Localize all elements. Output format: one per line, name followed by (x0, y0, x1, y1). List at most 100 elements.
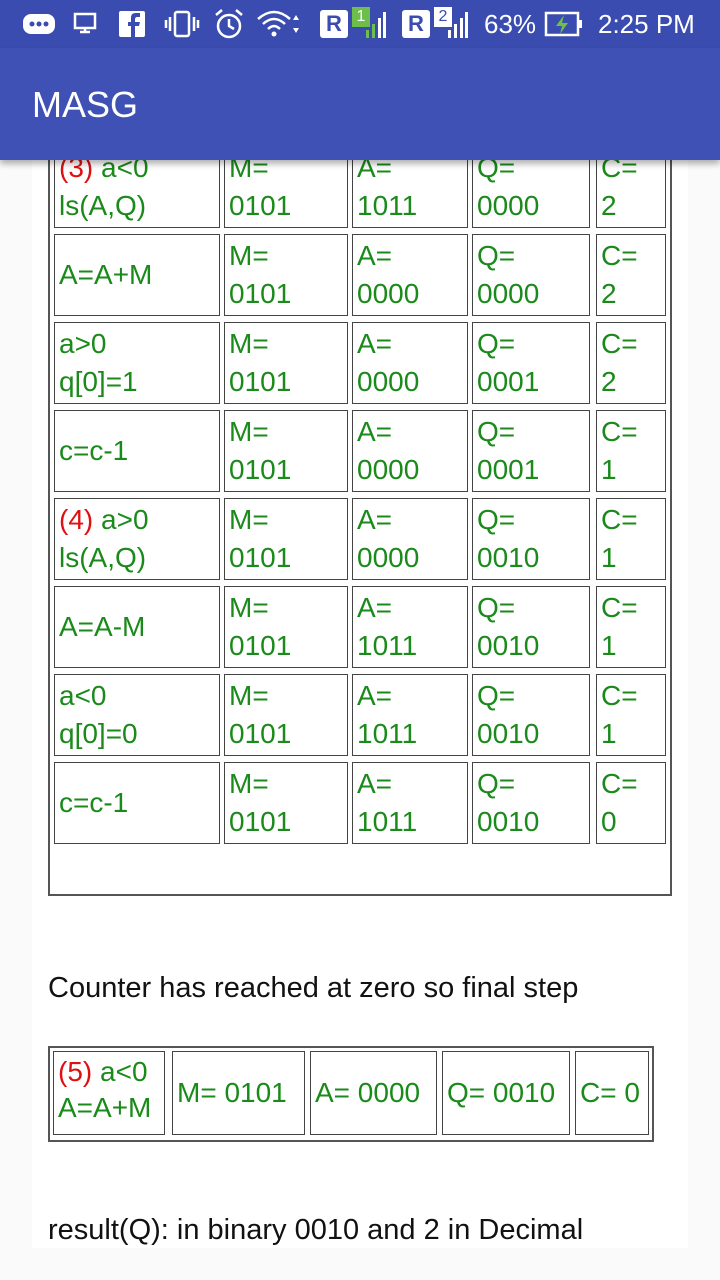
q-value: 0001 (477, 366, 540, 397)
c-label: C= (601, 592, 638, 623)
a-label: A= (357, 768, 393, 799)
table-cell-c: C= 1 (596, 498, 666, 580)
op-line1: c=c-1 (59, 787, 129, 818)
q-label: Q= (477, 160, 516, 183)
c-value: 2 (601, 278, 617, 309)
alarm-icon (212, 0, 246, 48)
m-label: M= (229, 768, 269, 799)
m-label: M= (229, 504, 269, 535)
final-step-c: C= 0 (580, 1077, 640, 1108)
a-value: 1011 (357, 630, 418, 661)
table-cell-m: M= 0101 (224, 762, 348, 844)
final-step-number: (5) (58, 1056, 93, 1087)
table-cell-q: Q= 0000 (472, 160, 590, 228)
result-text: result(Q): in binary 0010 and 2 in Decim… (48, 1214, 584, 1246)
signal-icon: R 1 (320, 0, 386, 48)
counter-text: Counter has reached at zero so final ste… (48, 972, 579, 1004)
final-step-a-cell: A= 0000 (310, 1051, 437, 1135)
q-value: 0010 (477, 542, 540, 573)
q-label: Q= (477, 504, 516, 535)
table-cell-m: M= 0101 (224, 322, 348, 404)
final-step-q-cell: Q= 0010 (442, 1051, 570, 1135)
table-cell-a: A= 1011 (352, 674, 468, 756)
table-cell-a: A= 0000 (352, 498, 468, 580)
m-value: 0101 (229, 278, 292, 309)
final-step-m: M= 0101 (177, 1077, 287, 1108)
a-value: 0000 (357, 542, 420, 573)
app-bar: MASG (0, 48, 720, 160)
m-label: M= (229, 680, 269, 711)
a-label: A= (357, 160, 393, 183)
battery-percent: 63% (484, 8, 537, 39)
status-bar: R 1 R 2 63% 2:25 PM (0, 0, 720, 48)
q-label: Q= (477, 416, 516, 447)
c-value: 1 (601, 542, 617, 573)
final-step-table: (5) a<0 A=A+M M= 0101 A= 0000 Q= 0010 C=… (48, 1046, 654, 1142)
steps-table: (3) a<0 ls(A,Q) M= 0101 A= 1011 Q= 0000 C= 2 A=A+M… (48, 160, 672, 896)
sim1-label: R (320, 10, 348, 38)
c-value: 1 (601, 630, 617, 661)
a-value: 0000 (357, 454, 420, 485)
table-cell-q: Q= 0001 (472, 410, 590, 492)
c-label: C= (601, 328, 638, 359)
q-label: Q= (477, 768, 516, 799)
op-line1: c=c-1 (59, 435, 129, 466)
cast-icon (72, 0, 100, 48)
m-value: 0101 (229, 718, 292, 749)
q-value: 0000 (477, 190, 540, 221)
table-cell-a: A= 0000 (352, 410, 468, 492)
table-cell-op: c=c-1 (54, 762, 220, 844)
op-line2: q[0]=0 (59, 718, 138, 749)
table-cell-q: Q= 0010 (472, 762, 590, 844)
table-cell-op: A=A-M (54, 586, 220, 668)
table-cell-a: A= 1011 (352, 762, 468, 844)
c-value: 2 (601, 366, 617, 397)
table-cell-m: M= 0101 (224, 674, 348, 756)
a-label: A= (357, 328, 393, 359)
table-cell-op: a>0 q[0]=1 (54, 322, 220, 404)
table-cell-q: Q= 0000 (472, 234, 590, 316)
table-cell-q: Q= 0010 (472, 498, 590, 580)
message-icon (22, 0, 56, 48)
table-cell-a: A= 0000 (352, 322, 468, 404)
m-value: 0101 (229, 190, 292, 221)
table-cell-m: M= 0101 (224, 234, 348, 316)
c-label: C= (601, 240, 638, 271)
content-area[interactable]: (3) a<0 ls(A,Q) M= 0101 A= 1011 Q= 0000 C= 2 A=A+M… (32, 160, 688, 1248)
c-value: 1 (601, 454, 617, 485)
final-step-c-cell: C= 0 (575, 1051, 649, 1135)
a-value: 0000 (357, 278, 420, 309)
op-line1: A=A+M (59, 259, 153, 290)
q-label: Q= (477, 680, 516, 711)
final-step-op2: A=A+M (58, 1092, 152, 1123)
a-label: A= (357, 504, 393, 535)
table-cell-c: C= 0 (596, 762, 666, 844)
q-label: Q= (477, 592, 516, 623)
final-step-m-cell: M= 0101 (172, 1051, 305, 1135)
table-cell-op: (4) a>0 ls(A,Q) (54, 498, 220, 580)
m-label: M= (229, 160, 269, 183)
m-label: M= (229, 592, 269, 623)
step-number: (4) (59, 504, 94, 535)
m-value: 0101 (229, 454, 292, 485)
table-cell-m: M= 0101 (224, 498, 348, 580)
wifi-icon (256, 0, 302, 48)
step-number: (3) (59, 160, 94, 183)
table-cell-op: a<0 q[0]=0 (54, 674, 220, 756)
final-step-q: Q= 0010 (447, 1077, 556, 1108)
table-cell-q: Q= 0001 (472, 322, 590, 404)
a-value: 1011 (357, 190, 418, 221)
q-value: 0010 (477, 806, 540, 837)
final-step-a: A= 0000 (315, 1077, 421, 1108)
a-value: 1011 (357, 718, 418, 749)
q-value: 0010 (477, 630, 540, 661)
table-cell-m: M= 0101 (224, 160, 348, 228)
m-value: 0101 (229, 542, 292, 573)
sim2-label: R (402, 10, 430, 38)
table-cell-m: M= 0101 (224, 586, 348, 668)
a-value: 0000 (357, 366, 420, 397)
clock: 2:25 PM (598, 8, 695, 39)
battery-charging-icon (544, 0, 584, 48)
c-label: C= (601, 680, 638, 711)
c-value: 1 (601, 718, 617, 749)
